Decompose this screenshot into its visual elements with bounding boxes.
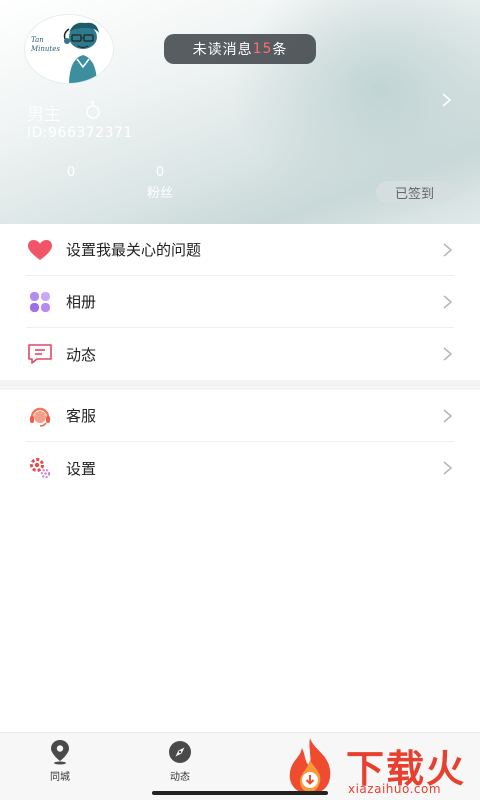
menu-item-album[interactable]: 相册 — [26, 276, 454, 328]
unread-suffix: 条 — [272, 42, 288, 58]
stat-fans-label: 粉丝 — [146, 186, 173, 201]
bottom-tab-bar: 同城 动态 下载火 xiazaihuo.com — [0, 732, 480, 800]
flame-logo-icon — [289, 738, 331, 794]
menu-group-primary: 设置我最关心的问题 相册 动态 — [0, 224, 480, 380]
menu-item-settings[interactable]: 设置 — [26, 442, 454, 494]
menu-label: 设置 — [66, 459, 97, 478]
menu-label: 设置我最关心的问题 — [66, 241, 202, 259]
chevron-right-icon[interactable] — [440, 92, 454, 108]
heart-icon — [26, 236, 54, 264]
stat-follow-value: 0 — [66, 165, 76, 180]
avatar[interactable]: Tan Minutes — [24, 14, 114, 84]
tab-label: 同城 — [50, 772, 70, 783]
avatar-text-tan: Tan — [31, 36, 44, 44]
unread-messages-toast[interactable]: 未读消息 15 条 — [164, 34, 316, 64]
user-id: ID:966372371 — [27, 125, 133, 141]
male-gender-icon — [86, 100, 100, 119]
chevron-right-icon — [443, 295, 453, 309]
watermark: 下载火 xiazaihuo.com — [280, 736, 480, 798]
menu-item-care-questions[interactable]: 设置我最关心的问题 — [26, 224, 454, 276]
location-pin-icon — [51, 740, 69, 765]
watermark-url: xiazaihuo.com — [348, 782, 442, 796]
menu-label: 相册 — [66, 293, 97, 311]
menu-label: 客服 — [66, 407, 97, 425]
menu-item-moments[interactable]: 动态 — [26, 328, 454, 380]
unread-count: 15 — [252, 41, 273, 57]
menu-group-secondary: 客服 设置 — [0, 390, 480, 494]
avatar-illustration: Tan Minutes — [30, 22, 99, 83]
settings-gear-icon — [26, 454, 54, 482]
tab-moments[interactable]: 动态 — [150, 739, 210, 783]
profile-header: Tan Minutes 未读消息15条 男主 ID:966372371 0 — [0, 0, 480, 226]
stat-fans[interactable]: 0 粉丝 — [140, 165, 180, 201]
album-grid-icon — [26, 288, 54, 316]
chevron-right-icon — [443, 461, 453, 475]
signed-in-badge[interactable]: 已签到 — [376, 181, 453, 203]
section-divider — [0, 380, 480, 390]
stat-fans-value: 0 — [155, 165, 165, 180]
stat-follow[interactable]: 0 — [54, 165, 88, 182]
menu-item-customer-service[interactable]: 客服 — [26, 390, 454, 442]
message-bubble-icon — [26, 340, 54, 368]
home-indicator — [152, 791, 328, 795]
customer-service-icon — [26, 402, 54, 430]
compass-icon — [169, 741, 191, 763]
tab-label: 动态 — [170, 772, 190, 783]
chevron-right-icon — [443, 409, 453, 423]
chevron-right-icon — [443, 347, 453, 361]
menu-label: 动态 — [66, 345, 97, 364]
tab-nearby[interactable]: 同城 — [30, 739, 90, 783]
nickname: 男主 — [27, 105, 61, 125]
avatar-text-minutes: Minutes — [30, 45, 60, 53]
chevron-right-icon — [443, 243, 453, 257]
unread-prefix: 未读消息 — [192, 42, 253, 58]
